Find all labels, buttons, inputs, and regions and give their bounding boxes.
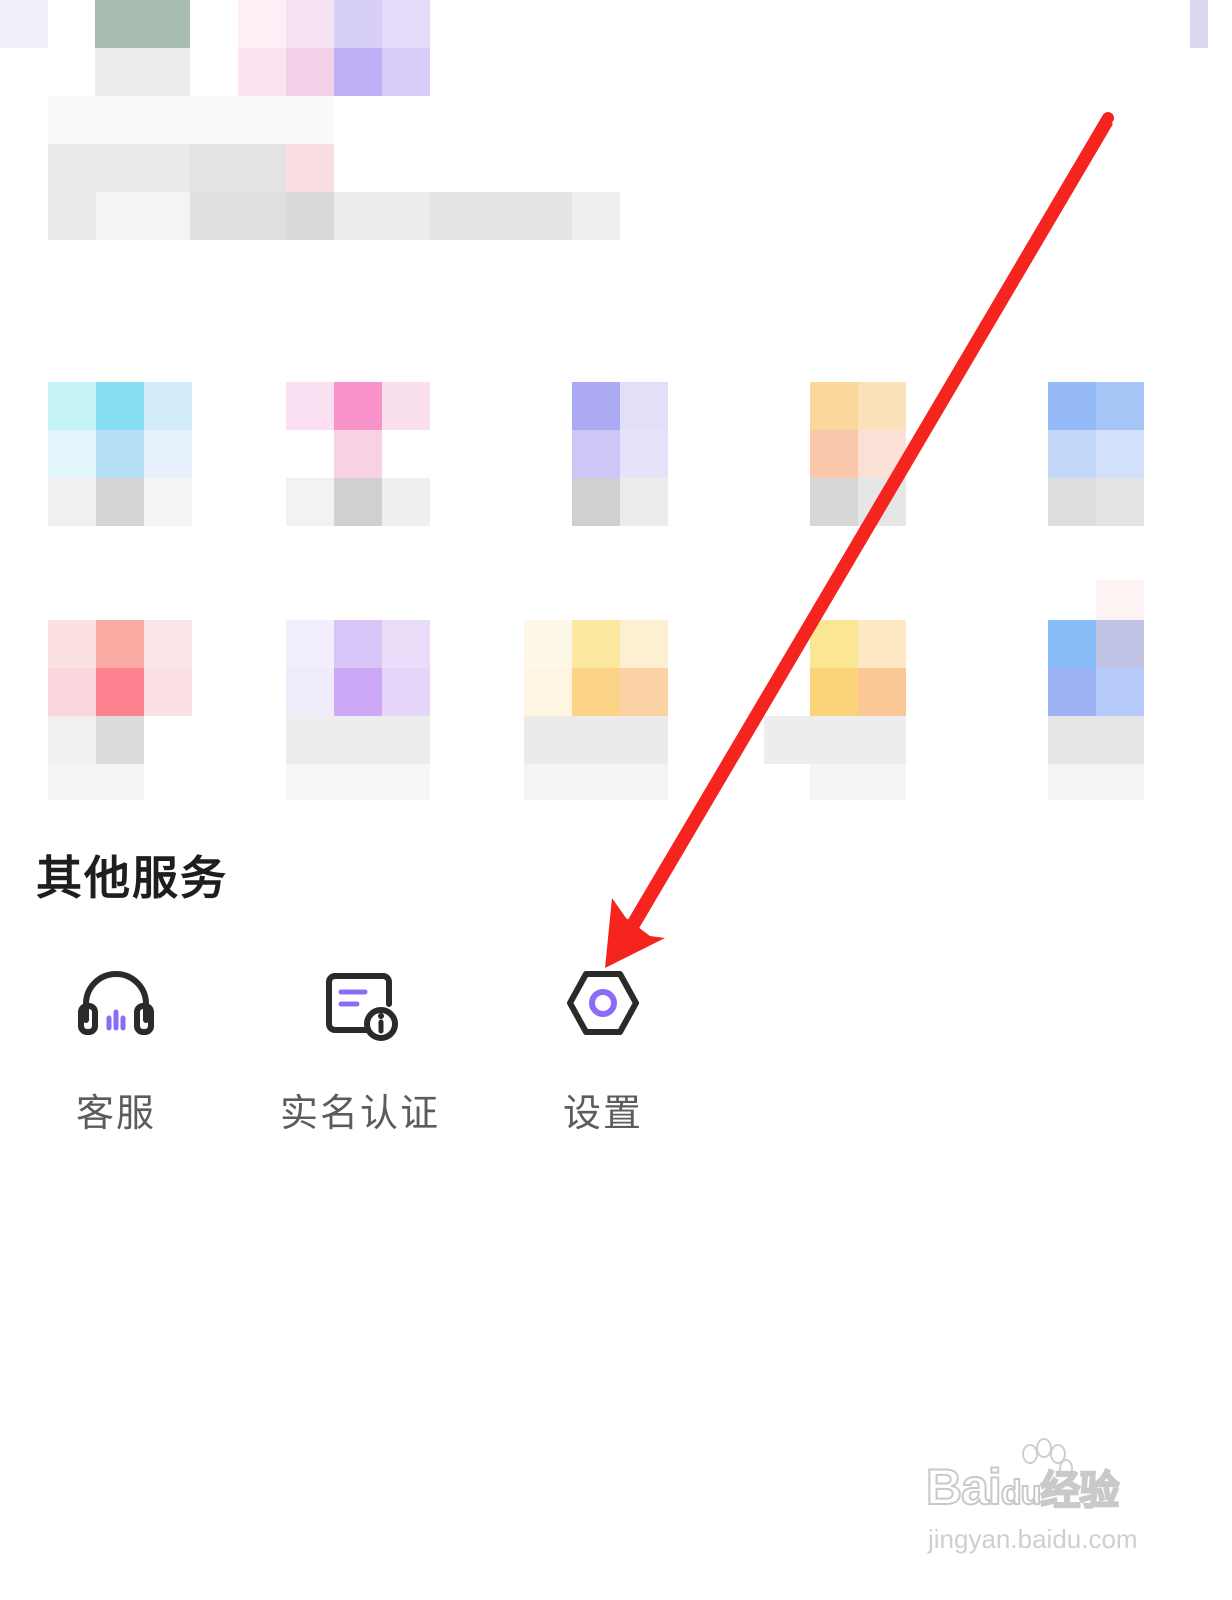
- id-card-info-icon: [326, 973, 398, 1041]
- red-arrow-annotation: [605, 112, 1114, 968]
- service-customer-support[interactable]: 客服: [6, 960, 226, 1137]
- headset-icon: [78, 971, 154, 1035]
- watermark-url: jingyan.baidu.com: [928, 1524, 1138, 1554]
- service-real-name-verification[interactable]: 实名认证: [250, 960, 470, 1137]
- hexagon-settings-icon: [567, 971, 639, 1035]
- service-label: 客服: [75, 1091, 156, 1135]
- service-label: 设置: [562, 1091, 643, 1135]
- watermark-brand: Baidu经验: [925, 1458, 1120, 1516]
- baidu-jingyan-watermark: Baidu经验 jingyan.baidu.com: [920, 1430, 1210, 1560]
- service-label: 实名认证: [279, 1091, 440, 1135]
- section-title-other-services: 其他服务: [36, 851, 228, 905]
- service-settings[interactable]: 设置: [493, 960, 713, 1137]
